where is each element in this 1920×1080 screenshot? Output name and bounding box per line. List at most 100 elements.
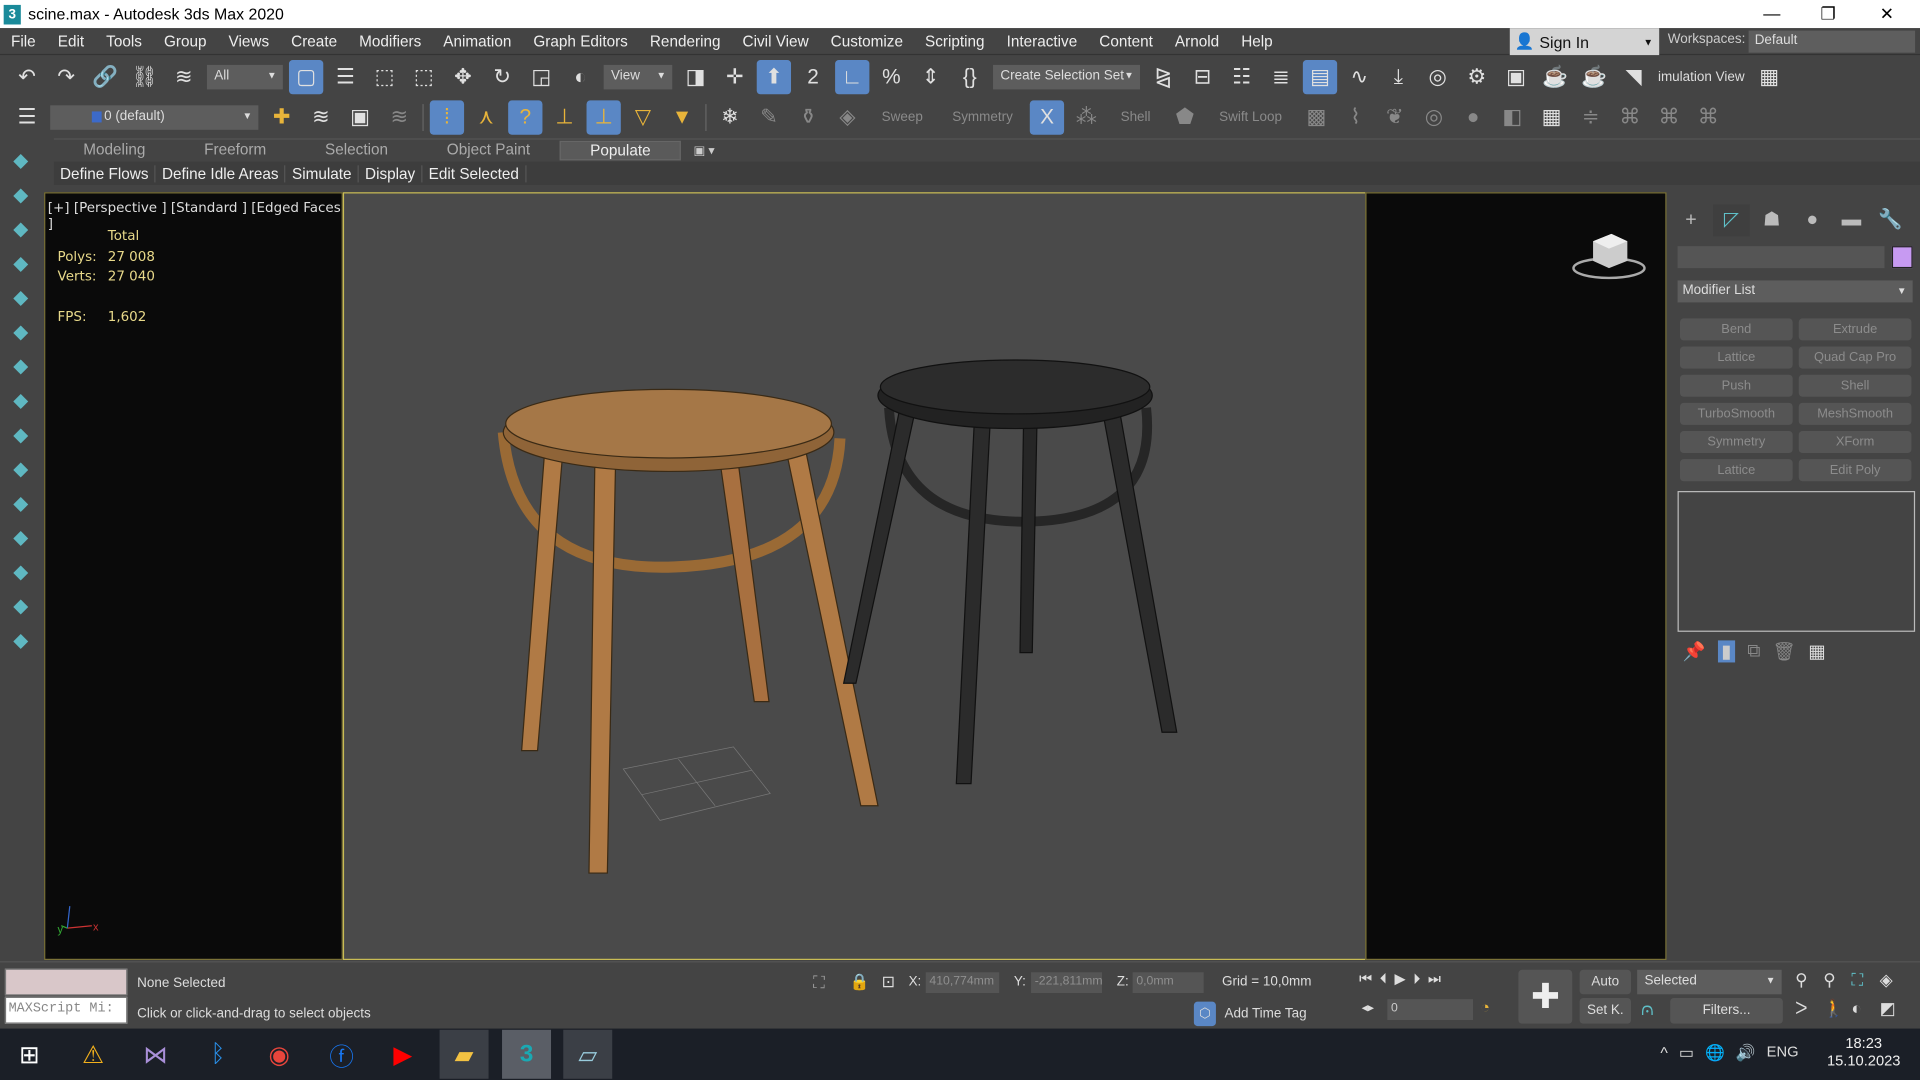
viewport-layout-icon[interactable]: ▦ bbox=[1752, 59, 1786, 93]
input-language[interactable]: ENG bbox=[1767, 1043, 1799, 1063]
previous-frame-icon[interactable]: ⏴ bbox=[1380, 970, 1387, 988]
voxel2-icon[interactable]: ⌘ bbox=[1652, 100, 1686, 134]
select-layer-objects-icon[interactable]: ▣ bbox=[343, 100, 377, 134]
modifier-button-extrude[interactable]: Extrude bbox=[1798, 318, 1912, 341]
box-icon[interactable]: ◧ bbox=[1495, 100, 1529, 134]
menu-content[interactable]: Content bbox=[1088, 32, 1164, 49]
menu-arnold[interactable]: Arnold bbox=[1164, 32, 1230, 49]
modifier-button-symmetry[interactable]: Symmetry bbox=[1680, 431, 1793, 454]
link-icon[interactable]: 🔗 bbox=[88, 59, 122, 93]
zoom-extents-all-icon[interactable]: ◈ bbox=[1880, 970, 1908, 991]
menu-file[interactable]: File bbox=[0, 32, 47, 49]
configure-modifier-sets-icon[interactable]: ▦ bbox=[1808, 640, 1825, 663]
vase-icon[interactable]: ⚱ bbox=[791, 100, 825, 134]
key-mode-toggle-icon[interactable]: ◂▸ bbox=[1362, 1002, 1374, 1015]
modifier-button-meshsmooth[interactable]: MeshSmooth bbox=[1798, 402, 1912, 425]
youtube-icon[interactable]: ▶ bbox=[378, 1030, 427, 1079]
workspace-dropdown[interactable]: Default bbox=[1748, 30, 1916, 53]
freeze-icon[interactable]: ❄ bbox=[713, 100, 747, 134]
modifier-button-lattice[interactable]: Lattice bbox=[1680, 459, 1793, 482]
subtab-define-idle-areas[interactable]: Define Idle Areas bbox=[156, 164, 286, 182]
facebook-icon[interactable]: ⓕ bbox=[317, 1030, 366, 1079]
modify-tab-icon[interactable]: ◸ bbox=[1713, 204, 1750, 237]
scale-icon[interactable]: ◲ bbox=[524, 59, 558, 93]
modifier-button-quad-cap-pro[interactable]: Quad Cap Pro bbox=[1798, 346, 1912, 369]
simulation-view-label[interactable]: imulation View bbox=[1658, 69, 1745, 84]
aimp-icon[interactable]: ⚠ bbox=[69, 1030, 118, 1079]
utilities-tab-icon[interactable]: 🔧 bbox=[1872, 204, 1909, 236]
text-icon[interactable]: ◆ bbox=[4, 282, 38, 313]
object-name-field[interactable] bbox=[1677, 246, 1885, 269]
figure-icon[interactable]: ◆ bbox=[4, 350, 38, 381]
key-tangent-icon[interactable]: ⩀ bbox=[1641, 999, 1654, 1020]
symmetry-button[interactable]: Symmetry bbox=[938, 110, 1028, 125]
object-color-swatch[interactable] bbox=[1891, 246, 1913, 269]
menu-group[interactable]: Group bbox=[153, 32, 218, 49]
voxel-icon[interactable]: ⌘ bbox=[1613, 100, 1647, 134]
key-filter-dropdown[interactable]: Selected bbox=[1637, 969, 1782, 995]
y-coordinate-field[interactable]: -221,811mm bbox=[1031, 972, 1103, 994]
minimize-button[interactable]: — bbox=[1744, 0, 1800, 28]
orbit-icon[interactable]: ◐ bbox=[1851, 998, 1879, 1019]
start-button-icon[interactable]: ⊞ bbox=[5, 1030, 54, 1079]
ribbon-options-icon[interactable]: ▣ ▾ bbox=[693, 144, 714, 157]
redo-icon[interactable]: ↷ bbox=[49, 59, 83, 93]
maxscript-mini-listener-input[interactable]: MAXScript Mi: bbox=[4, 996, 128, 1024]
endpoint-snap-icon[interactable]: ⊥ bbox=[547, 100, 581, 134]
menu-civil-view[interactable]: Civil View bbox=[732, 32, 820, 49]
mirror-icon[interactable]: ⧎ bbox=[1146, 59, 1180, 93]
subtab-define-flows[interactable]: Define Flows bbox=[54, 164, 156, 182]
tray-overflow-icon[interactable]: ^ bbox=[1660, 1043, 1667, 1063]
menu-create[interactable]: Create bbox=[280, 32, 348, 49]
chamfer-box-icon[interactable]: ⬟ bbox=[1168, 100, 1202, 134]
menu-animation[interactable]: Animation bbox=[432, 32, 522, 49]
zoom-all-icon[interactable]: ⚲ bbox=[1823, 970, 1851, 991]
key-filters-button[interactable]: Filters... bbox=[1670, 997, 1783, 1024]
isolate-selection-icon[interactable]: ⛶ bbox=[813, 972, 825, 993]
perspective-viewport[interactable] bbox=[342, 192, 1367, 961]
clock[interactable]: 18:23 15.10.2023 bbox=[1827, 1035, 1901, 1069]
render-iterative-icon[interactable]: ☕ bbox=[1577, 59, 1611, 93]
remove-modifier-icon[interactable]: 🗑 bbox=[1773, 640, 1796, 663]
layer-dropdown[interactable]: 0 (default) bbox=[50, 104, 259, 130]
viewport-label[interactable]: [+] [Perspective ] [Standard ] [Edged Fa… bbox=[48, 200, 342, 232]
cage-icon[interactable]: ◎ bbox=[1417, 100, 1451, 134]
layer-manager-icon[interactable]: ☰ bbox=[10, 100, 44, 134]
auto-key-button[interactable]: Auto bbox=[1579, 969, 1632, 995]
grid-snap-icon[interactable]: ⁞ bbox=[429, 99, 465, 135]
menu-rendering[interactable]: Rendering bbox=[639, 32, 732, 49]
window-crossing-icon[interactable]: ⬚ bbox=[407, 59, 441, 93]
ribbon-tab-object-paint[interactable]: Object Paint bbox=[417, 141, 559, 161]
select-object-icon[interactable]: ▢ bbox=[288, 59, 324, 94]
play-icon[interactable]: ▶ bbox=[1394, 970, 1405, 988]
volume-icon[interactable]: 🔊 bbox=[1736, 1043, 1756, 1063]
steering-wheel-icon[interactable]: ◆ bbox=[4, 590, 38, 621]
modifier-button-push[interactable]: Push bbox=[1680, 374, 1793, 397]
zoom-extents-icon[interactable]: ⛶ bbox=[1851, 970, 1879, 991]
sweep-button[interactable]: Sweep bbox=[867, 110, 938, 125]
named-selection-set-dropdown[interactable]: Create Selection Set bbox=[993, 64, 1141, 89]
bind-spacewarp-icon[interactable]: ≋ bbox=[167, 59, 201, 93]
swift-loop-button[interactable]: Swift Loop bbox=[1204, 110, 1296, 125]
motion-tab-icon[interactable]: ● bbox=[1794, 204, 1831, 236]
next-frame-icon[interactable]: ⏵ bbox=[1413, 970, 1420, 988]
toggle-ribbon-icon[interactable]: ▤ bbox=[1302, 59, 1338, 94]
xview-icon[interactable]: X bbox=[1029, 99, 1065, 135]
notepad-icon[interactable]: ▱ bbox=[563, 1029, 613, 1079]
curve-editor-icon[interactable]: ∿ bbox=[1342, 59, 1376, 93]
ribbon-tab-selection[interactable]: Selection bbox=[296, 141, 418, 161]
dope-sheet-icon[interactable]: ⤓ bbox=[1381, 59, 1415, 93]
modifier-list-dropdown[interactable]: Modifier List ▼ bbox=[1677, 280, 1913, 303]
restore-button[interactable]: ❐ bbox=[1800, 0, 1856, 28]
move-view-icon[interactable]: ◆ bbox=[4, 453, 38, 484]
camera-icon[interactable]: ◆ bbox=[4, 213, 38, 244]
walk-through-icon[interactable]: 🚶 bbox=[1823, 998, 1851, 1019]
current-frame-field[interactable]: 0 bbox=[1387, 999, 1474, 1021]
tree-icon[interactable]: ❦ bbox=[1378, 100, 1412, 134]
sign-in-button[interactable]: 👤 Sign In ▼ bbox=[1509, 28, 1660, 56]
modifier-button-lattice[interactable]: Lattice bbox=[1680, 346, 1793, 369]
sun-icon[interactable]: ◆ bbox=[4, 179, 38, 210]
menu-graph-editors[interactable]: Graph Editors bbox=[522, 32, 638, 49]
menu-modifiers[interactable]: Modifiers bbox=[348, 32, 432, 49]
set-current-layer-icon[interactable]: ≋ bbox=[382, 100, 416, 134]
